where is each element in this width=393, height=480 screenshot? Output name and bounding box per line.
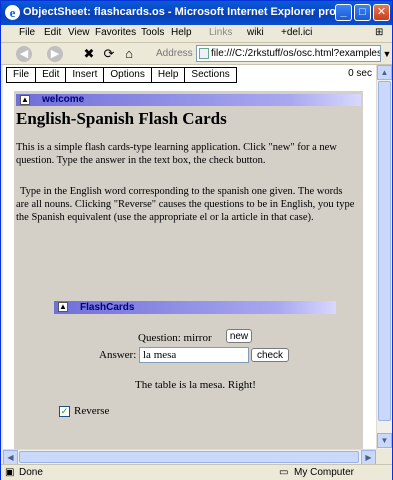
status-bar: ▣ Done ▭ My Computer [1, 464, 392, 480]
feedback-text: The table is la mesa. Right! [135, 379, 256, 391]
flashcards-section: ▲ FlashCards Question: mirror new Answer… [54, 301, 336, 449]
flashcards-section-title: FlashCards [80, 302, 135, 313]
back-icon[interactable]: ◀ [16, 46, 32, 62]
close-button[interactable]: ✕ [373, 4, 390, 21]
menu-view[interactable]: View [68, 27, 90, 38]
address-label: Address [156, 48, 193, 59]
forward-icon[interactable]: ▶ [47, 46, 63, 62]
stop-icon[interactable]: ✖ [81, 46, 97, 62]
page-icon [199, 48, 209, 59]
menu-help[interactable]: Help [171, 27, 192, 38]
computer-zone-icon: ▭ [279, 467, 289, 478]
link-wiki[interactable]: wiki [247, 27, 264, 38]
scroll-down-icon[interactable]: ▼ [377, 433, 392, 448]
address-dropdown-icon[interactable]: ▼ [379, 46, 393, 62]
app-menu-insert[interactable]: Insert [65, 67, 105, 83]
menu-favorites[interactable]: Favorites [95, 27, 136, 38]
refresh-icon[interactable]: ⟳ [101, 46, 117, 62]
welcome-section-header: ▲ welcome [16, 94, 361, 106]
address-input[interactable]: file:///C:/2rkstuff/os/osc.html?examples… [196, 45, 381, 62]
link-delicious[interactable]: +del.ici [281, 27, 312, 38]
window-title: ObjectSheet: flashcards.os - Microsoft I… [23, 6, 339, 18]
browser-window: e ObjectSheet: flashcards.os - Microsoft… [0, 0, 393, 480]
answer-label: Answer: [99, 349, 137, 361]
welcome-section-title: welcome [42, 94, 85, 105]
maximize-button[interactable]: □ [354, 4, 371, 21]
vertical-scrollbar[interactable]: ▲ ▼ [376, 65, 392, 449]
timer-display: 0 sec [348, 68, 372, 79]
ie-logo-icon: e [5, 5, 20, 20]
app-menu-help[interactable]: Help [150, 67, 186, 83]
zone-text: My Computer [294, 467, 355, 478]
object-sheet: ▲ welcome English-Spanish Flash Cards Th… [14, 91, 363, 449]
answer-input[interactable]: la mesa [139, 347, 249, 363]
scroll-right-icon[interactable]: ▶ [361, 450, 376, 465]
page-heading: English-Spanish Flash Cards [16, 109, 227, 128]
app-menu-bar: File Edit Insert Options Help Sections [6, 67, 237, 83]
page-content: File Edit Insert Options Help Sections 0… [3, 65, 376, 449]
collapse-welcome-icon[interactable]: ▲ [20, 95, 30, 105]
flashcards-section-header: ▲ FlashCards [54, 301, 336, 314]
horizontal-scroll-thumb[interactable] [19, 451, 359, 463]
scroll-up-icon[interactable]: ▲ [377, 65, 392, 80]
page-status-icon: ▣ [5, 467, 15, 478]
question-label: Question: mirror [138, 332, 212, 344]
ie-toolbar: ◀ ▶ ✖ ⟳ ⌂ Address file:///C:/2rkstuff/os… [1, 43, 392, 65]
menu-file[interactable]: File [19, 27, 35, 38]
windows-flag-icon: ⊞ [375, 27, 384, 38]
address-value: file:///C:/2rkstuff/os/osc.html?examples… [211, 48, 380, 59]
app-menu-options[interactable]: Options [103, 67, 152, 83]
scroll-left-icon[interactable]: ◀ [3, 450, 18, 465]
collapse-flashcards-icon[interactable]: ▲ [58, 302, 68, 312]
intro-paragraph: This is a simple flash cards-type learni… [16, 142, 337, 166]
status-text: Done [19, 467, 43, 478]
vertical-scroll-thumb[interactable] [378, 81, 391, 421]
ie-menu-bar: File Edit View Favorites Tools Help Link… [1, 25, 392, 43]
title-bar: e ObjectSheet: flashcards.os - Microsoft… [1, 1, 392, 25]
instructions-paragraph: Type in the English word corresponding t… [16, 186, 355, 223]
menu-tools[interactable]: Tools [141, 27, 164, 38]
reverse-checkbox[interactable]: ✓ [59, 406, 70, 417]
menu-edit[interactable]: Edit [44, 27, 61, 38]
home-icon[interactable]: ⌂ [121, 46, 137, 62]
check-button[interactable]: check [251, 348, 289, 362]
app-menu-file[interactable]: File [6, 67, 37, 83]
horizontal-scrollbar[interactable]: ◀ ▶ [3, 449, 376, 465]
minimize-button[interactable]: _ [335, 4, 352, 21]
app-menu-edit[interactable]: Edit [35, 67, 67, 83]
links-label: Links [209, 27, 233, 38]
reverse-label: Reverse [74, 405, 110, 417]
new-button[interactable]: new [226, 329, 252, 343]
app-menu-sections[interactable]: Sections [184, 67, 237, 83]
